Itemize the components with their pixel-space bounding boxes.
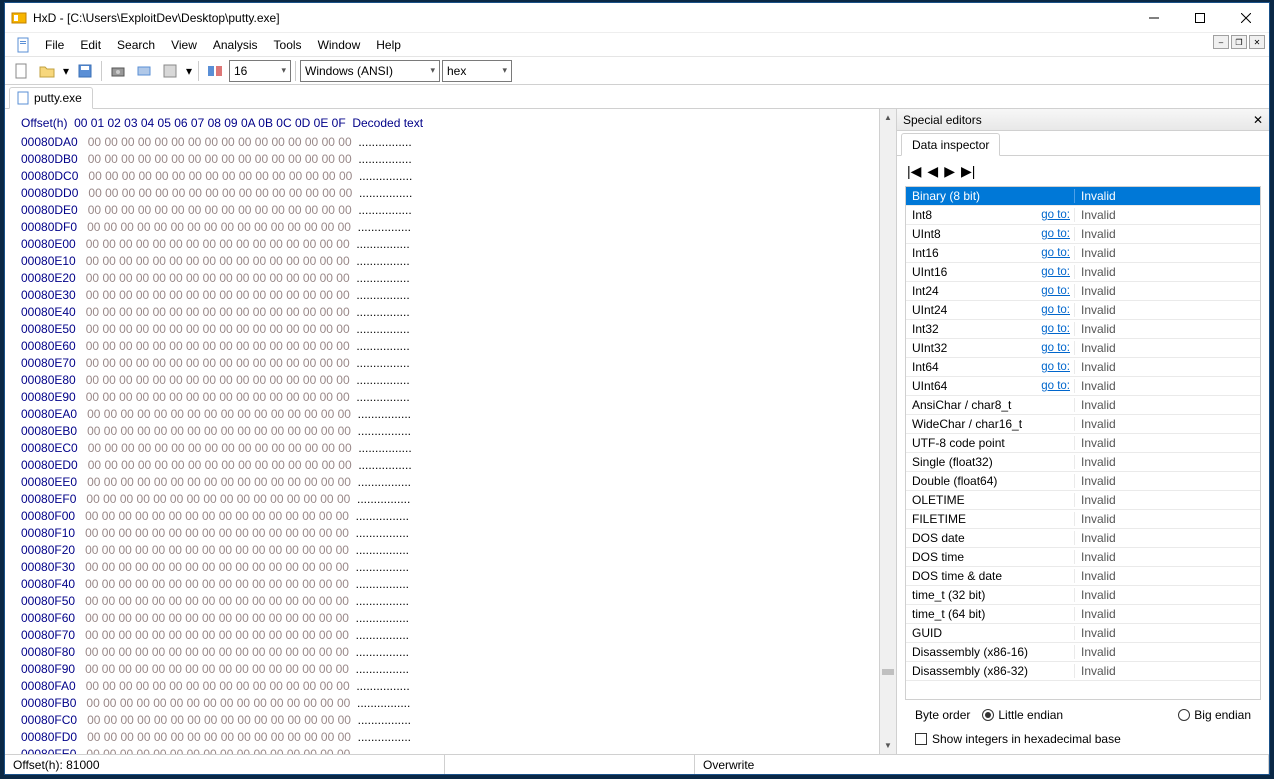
minimize-button[interactable] — [1131, 3, 1177, 32]
nav-last-button[interactable]: ▶| — [961, 163, 975, 180]
open-ram-button[interactable] — [132, 59, 156, 83]
goto-link[interactable]: go to: — [1041, 361, 1070, 373]
show-hex-checkbox[interactable]: Show integers in hexadecimal base — [905, 728, 1261, 754]
inspector-row[interactable]: Int32go to:Invalid — [906, 320, 1260, 339]
inspector-table: Binary (8 bit)InvalidInt8go to:InvalidUI… — [905, 186, 1261, 700]
panel-title: Special editors ✕ — [897, 109, 1269, 131]
inspector-row[interactable]: Int16go to:Invalid — [906, 244, 1260, 263]
menu-file[interactable]: File — [37, 35, 72, 55]
goto-link[interactable]: go to: — [1041, 304, 1070, 316]
hex-body[interactable]: 00080DA0 00 00 00 00 00 00 00 00 00 00 0… — [5, 134, 896, 754]
toggle-offset-button[interactable] — [203, 59, 227, 83]
nav-prev-button[interactable]: ◀ — [927, 163, 938, 180]
hex-header: Offset(h) 00 01 02 03 04 05 06 07 08 09 … — [5, 109, 896, 134]
mdi-buttons: – ❐ ✕ — [1213, 35, 1265, 49]
charset-select[interactable]: Windows (ANSI)▾ — [300, 60, 440, 82]
goto-link[interactable]: go to: — [1041, 342, 1070, 354]
goto-link[interactable]: go to: — [1041, 323, 1070, 335]
inspector-row[interactable]: OLETIMEInvalid — [906, 491, 1260, 510]
inspector-row[interactable]: Int8go to:Invalid — [906, 206, 1260, 225]
menu-help[interactable]: Help — [368, 35, 409, 55]
doc-icon — [15, 37, 31, 53]
inspector-row[interactable]: Int24go to:Invalid — [906, 282, 1260, 301]
goto-link[interactable]: go to: — [1041, 228, 1070, 240]
goto-link[interactable]: go to: — [1041, 247, 1070, 259]
goto-link[interactable]: go to: — [1041, 380, 1070, 392]
new-file-button[interactable] — [9, 59, 33, 83]
inspector-row[interactable]: Disassembly (x86-16)Invalid — [906, 643, 1260, 662]
inspector-row[interactable]: Disassembly (x86-32)Invalid — [906, 662, 1260, 681]
inspector-row[interactable]: UInt24go to:Invalid — [906, 301, 1260, 320]
inspector-row[interactable]: DOS timeInvalid — [906, 548, 1260, 567]
save-button[interactable] — [73, 59, 97, 83]
hex-editor[interactable]: Offset(h) 00 01 02 03 04 05 06 07 08 09 … — [5, 109, 896, 754]
inspector-row[interactable]: UInt16go to:Invalid — [906, 263, 1260, 282]
goto-link[interactable]: go to: — [1041, 285, 1070, 297]
inspector-row[interactable]: UTF-8 code pointInvalid — [906, 434, 1260, 453]
toolbar-dropdown-arrow[interactable]: ▾ — [184, 59, 194, 83]
window-title: HxD - [C:\Users\ExploitDev\Desktop\putty… — [33, 11, 1131, 25]
menu-tools[interactable]: Tools — [266, 35, 310, 55]
mdi-close-button[interactable]: ✕ — [1249, 35, 1265, 49]
statusbar: Offset(h): 81000 Overwrite — [5, 754, 1269, 774]
nav-first-button[interactable]: |◀ — [907, 163, 921, 180]
status-offset: Offset(h): 81000 — [5, 755, 445, 774]
mdi-restore-button[interactable]: ❐ — [1231, 35, 1247, 49]
save-dropdown-arrow[interactable]: ▾ — [61, 59, 71, 83]
inspector-row[interactable]: DOS time & dateInvalid — [906, 567, 1260, 586]
vertical-scrollbar[interactable]: ▲▼ — [879, 109, 896, 754]
inspector-row[interactable]: Int64go to:Invalid — [906, 358, 1260, 377]
inspector-row[interactable]: Double (float64)Invalid — [906, 472, 1260, 491]
close-button[interactable] — [1223, 3, 1269, 32]
base-select[interactable]: hex▾ — [442, 60, 512, 82]
nav-next-button[interactable]: ▶ — [944, 163, 955, 180]
bytes-per-row-input[interactable]: 16▾ — [229, 60, 291, 82]
menubar: FileEditSearchViewAnalysisToolsWindowHel… — [5, 33, 1269, 57]
data-inspector-tab[interactable]: Data inspector — [901, 133, 1000, 156]
byte-order-group: Byte order Little endian Big endian — [905, 702, 1261, 728]
inspector-row[interactable]: WideChar / char16_tInvalid — [906, 415, 1260, 434]
inspector-row[interactable]: AnsiChar / char8_tInvalid — [906, 396, 1260, 415]
menu-search[interactable]: Search — [109, 35, 163, 55]
inspector-row[interactable]: Binary (8 bit)Invalid — [906, 187, 1260, 206]
goto-link[interactable]: go to: — [1041, 266, 1070, 278]
open-file-button[interactable] — [35, 59, 59, 83]
file-tab[interactable]: putty.exe — [9, 87, 93, 109]
inspector-row[interactable]: UInt64go to:Invalid — [906, 377, 1260, 396]
goto-link[interactable]: go to: — [1041, 209, 1070, 221]
inspector-row[interactable]: FILETIMEInvalid — [906, 510, 1260, 529]
menu-edit[interactable]: Edit — [72, 35, 109, 55]
file-icon — [16, 91, 30, 105]
mdi-min-button[interactable]: – — [1213, 35, 1229, 49]
menu-analysis[interactable]: Analysis — [205, 35, 266, 55]
inspector-row[interactable]: Single (float32)Invalid — [906, 453, 1260, 472]
big-endian-radio[interactable]: Big endian — [1178, 708, 1251, 722]
inspector-row[interactable]: DOS dateInvalid — [906, 529, 1260, 548]
inspector-row[interactable]: time_t (64 bit)Invalid — [906, 605, 1260, 624]
open-process-button[interactable] — [158, 59, 182, 83]
maximize-button[interactable] — [1177, 3, 1223, 32]
little-endian-radio[interactable]: Little endian — [982, 708, 1063, 722]
file-tab-label: putty.exe — [34, 91, 82, 105]
document-tabs: putty.exe — [5, 85, 1269, 109]
menu-view[interactable]: View — [163, 35, 205, 55]
open-disk-button[interactable] — [106, 59, 130, 83]
titlebar: HxD - [C:\Users\ExploitDev\Desktop\putty… — [5, 3, 1269, 33]
inspector-row[interactable]: time_t (32 bit)Invalid — [906, 586, 1260, 605]
menu-window[interactable]: Window — [310, 35, 369, 55]
inspector-row[interactable]: UInt8go to:Invalid — [906, 225, 1260, 244]
inspector-nav: |◀ ◀ ▶ ▶| — [897, 156, 1269, 186]
app-icon — [11, 10, 27, 26]
special-editors-panel: Special editors ✕ Data inspector |◀ ◀ ▶ … — [896, 109, 1269, 754]
panel-close-button[interactable]: ✕ — [1253, 113, 1263, 127]
status-mode: Overwrite — [695, 755, 1269, 774]
toolbar: ▾ ▾ 16▾ Windows (ANSI)▾ hex▾ — [5, 57, 1269, 85]
inspector-row[interactable]: GUIDInvalid — [906, 624, 1260, 643]
inspector-row[interactable]: UInt32go to:Invalid — [906, 339, 1260, 358]
main-window: HxD - [C:\Users\ExploitDev\Desktop\putty… — [4, 2, 1270, 775]
